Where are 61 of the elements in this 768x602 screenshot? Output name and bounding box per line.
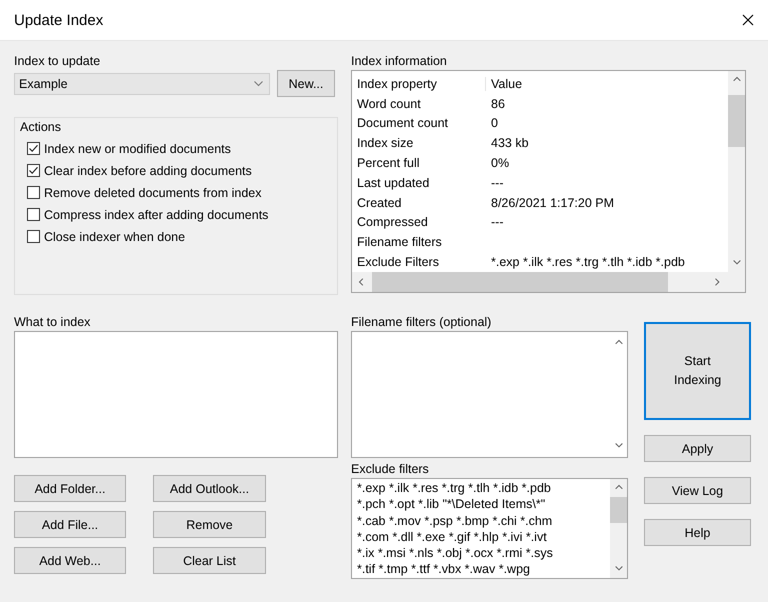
checkbox-label: Clear index before adding documents (44, 164, 252, 178)
filter-line: *.exp *.ilk *.res *.trg *.tlh *.idb *.pdb (357, 480, 552, 496)
list-action-button[interactable]: Add Outlook... (153, 475, 266, 502)
property-cell-text: Last updated (357, 176, 430, 190)
close-icon[interactable] (742, 14, 754, 26)
filter-line: *.tif *.tmp *.ttf *.vbx *.wav *.wpg (357, 561, 531, 578)
scroll-thumb[interactable] (610, 497, 627, 523)
value-cell: 0% (491, 156, 510, 170)
checkbox[interactable] (27, 208, 40, 221)
index-dropdown[interactable]: Example (14, 72, 270, 94)
list-action-button[interactable]: Add Folder... (14, 475, 126, 502)
value-cell: 86 (491, 96, 505, 111)
value-cell: 8/26/2021 1:17:20 PM (491, 196, 614, 210)
property-cell-text: Compressed (357, 215, 429, 230)
checkbox-label: Compress index after adding documents (44, 208, 268, 222)
value-cell: *.exp *.ilk *.res *.trg *.tlh *.idb *.pdb (491, 255, 685, 270)
checkbox-label: Close indexer when done (44, 230, 186, 244)
property-cell-text: Percent full (357, 156, 421, 170)
what-to-index-list[interactable] (14, 331, 338, 458)
checkbox-label: Index new or modified documents (44, 142, 231, 156)
section-label: Index information (351, 53, 448, 70)
new-button[interactable]: New... (277, 70, 335, 97)
property-cell-text: Word count (357, 96, 422, 111)
filter-line: *.cab *.mov *.psp *.bmp *.chi *.chm (357, 512, 554, 529)
checkbox-label: Remove deleted documents from index (44, 186, 262, 200)
group-title: Actions (20, 120, 61, 134)
list-action-button[interactable]: Clear List (153, 547, 266, 574)
value-cell: --- (491, 215, 504, 230)
list-action-button[interactable]: Add Web... (14, 547, 126, 574)
filename-filters-field[interactable] (351, 331, 628, 458)
dialog-button[interactable]: Apply (644, 435, 751, 462)
start-indexing-button[interactable]: Start Indexing (644, 322, 751, 420)
list-action-button[interactable]: Add File... (14, 511, 126, 538)
property-cell-text: Index size (357, 136, 414, 150)
property-cell-text: Document count (357, 116, 450, 130)
dialog-button[interactable]: View Log (644, 477, 751, 504)
property-cell-text: Created (357, 196, 402, 210)
value-cell: 433 kb (491, 136, 529, 150)
list-action-button[interactable]: Remove (153, 511, 266, 538)
scroll-thumb[interactable] (728, 95, 745, 147)
exclude-filters-field[interactable] (351, 478, 628, 579)
section-label: What to index (14, 314, 92, 331)
section-label: Filename filters (optional) (351, 314, 492, 331)
scroll-thumb[interactable] (372, 272, 668, 292)
column-header[interactable]: Index property (357, 76, 486, 91)
section-label: Exclude filters (351, 461, 430, 478)
checkbox[interactable] (27, 164, 40, 177)
value-cell: --- (491, 176, 504, 190)
filter-line: *.pch *.opt *.lib "*\Deleted Items\*" (357, 496, 546, 513)
value-cell: 0 (491, 116, 498, 130)
property-cell-text: Filename filters (357, 235, 443, 250)
window-title: Update Index (14, 12, 104, 28)
checkbox[interactable] (27, 142, 40, 155)
property-cell-text: Exclude Filters (357, 255, 440, 270)
checkbox[interactable] (27, 230, 40, 243)
filter-line: *.ix *.msi *.nls *.obj *.ocx *.rmi *.sys (357, 545, 554, 562)
filter-line: *.com *.dll *.exe *.gif *.hlp *.ivi *.ivt (357, 528, 548, 546)
checkbox[interactable] (27, 186, 40, 199)
field-label: Index to update (14, 53, 102, 70)
dialog-button[interactable]: Help (644, 519, 751, 546)
column-header[interactable]: Value (491, 76, 522, 91)
